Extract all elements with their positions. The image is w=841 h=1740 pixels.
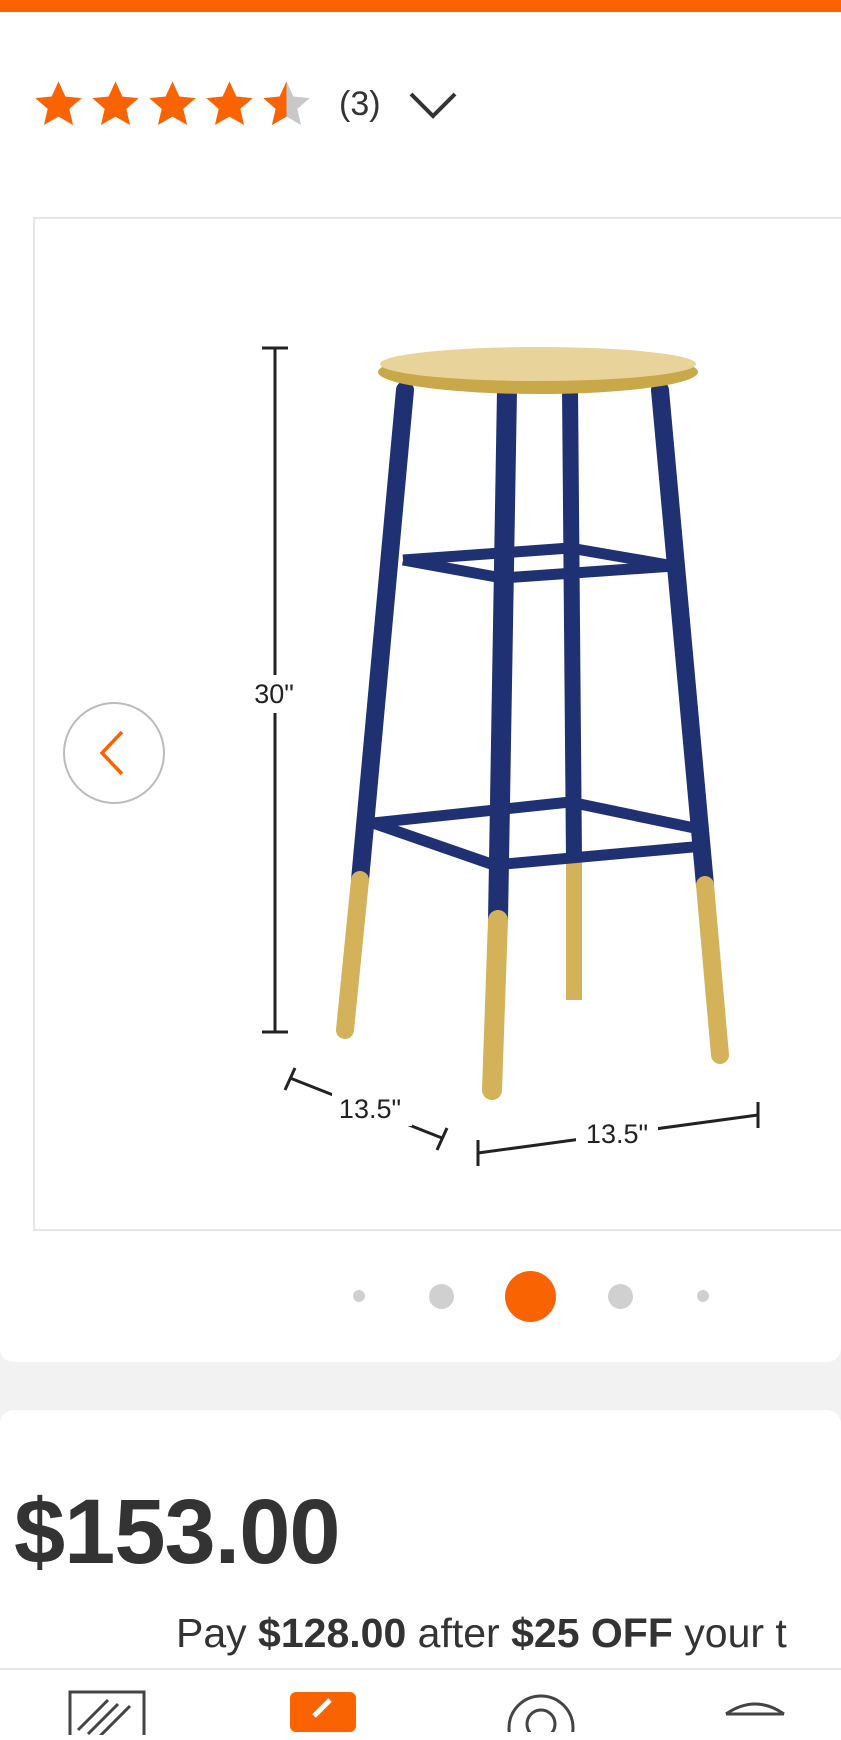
star-icon: [149, 80, 196, 125]
pagination-dot[interactable]: [608, 1284, 633, 1309]
product-image: 30" 13.5" 13.5": [250, 346, 760, 1166]
width-dimension-label: 13.5": [586, 1119, 648, 1149]
top-accent-bar: [0, 0, 841, 12]
star-rating: [32, 78, 313, 131]
previous-image-button[interactable]: [63, 702, 165, 804]
gallery-pagination[interactable]: [0, 1270, 841, 1322]
pagination-dot-active[interactable]: [505, 1271, 556, 1322]
pagination-dot[interactable]: [353, 1290, 365, 1302]
product-header-card: Stool (3) 30": [0, 0, 841, 1362]
pagination-dot[interactable]: [697, 1290, 709, 1302]
cart-icon[interactable]: [720, 1694, 790, 1730]
promo-text[interactable]: Pay $128.00 after $25 OFF your t: [176, 1610, 787, 1657]
shop-icon[interactable]: [290, 1692, 356, 1732]
chevron-down-icon[interactable]: [407, 78, 459, 130]
pagination-dot[interactable]: [429, 1284, 454, 1309]
rating-row[interactable]: (3): [32, 74, 459, 134]
product-price: $153.00: [14, 1481, 341, 1583]
chevron-left-icon: [99, 730, 124, 776]
depth-dimension-label: 13.5": [339, 1094, 401, 1124]
account-icon[interactable]: [505, 1692, 577, 1732]
bottom-navigation: [0, 1668, 841, 1735]
star-icon: [35, 80, 82, 125]
star-half-icon: [263, 80, 310, 125]
star-icon: [206, 80, 253, 125]
home-depot-logo-icon[interactable]: [68, 1690, 146, 1735]
height-dimension-label: 30": [254, 679, 294, 709]
star-icon: [92, 80, 139, 125]
review-count[interactable]: (3): [339, 85, 381, 124]
